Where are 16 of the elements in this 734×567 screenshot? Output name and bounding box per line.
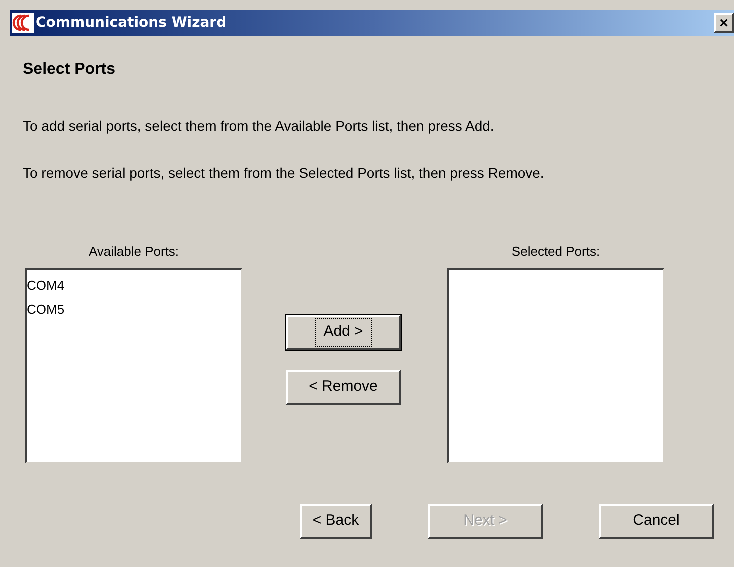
window-title: Communications Wizard — [36, 14, 227, 32]
logo-icon — [12, 13, 34, 33]
list-label: Available Ports: — [88, 243, 180, 261]
available-ports-list[interactable]: COM4 COM5 — [25, 268, 243, 464]
close-button[interactable]: × — [714, 13, 734, 33]
list-label: Selected Ports: — [512, 243, 600, 261]
button[interactable]: Add > — [286, 315, 401, 350]
instruction-text: To remove serial ports, select them from the Selected Ports list, then press Remove. — [23, 164, 546, 183]
button[interactable]: Cancel — [599, 504, 714, 538]
button[interactable]: < Remove — [286, 370, 401, 405]
instruction-text: To add serial ports, select them from the Available Ports list, then press Add. — [23, 117, 496, 136]
button[interactable]: < Back — [300, 504, 372, 538]
selected-ports-list[interactable] — [447, 268, 665, 464]
list-item[interactable]: COM4 — [27, 274, 241, 298]
list-item[interactable]: COM5 — [27, 298, 241, 322]
page-heading: Select Ports — [23, 60, 116, 80]
